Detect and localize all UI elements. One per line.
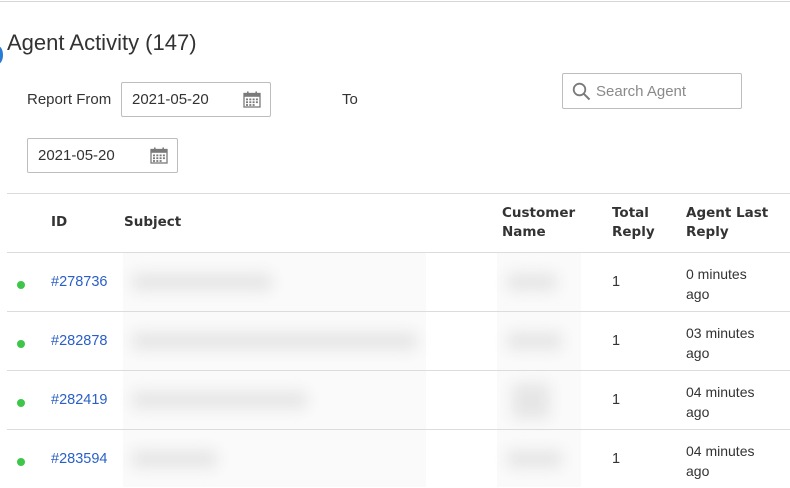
- table-row[interactable]: #282419 1 04 minutes ago: [7, 371, 790, 429]
- header-total-line1: Total: [612, 205, 649, 221]
- redacted-customer-name: [507, 332, 562, 350]
- report-from-label: Report From: [27, 91, 112, 108]
- table-row[interactable]: #283594 1 04 minutes ago: [7, 430, 790, 488]
- last-reply-line2: ago: [686, 463, 710, 479]
- from-date-value: 2021-05-20: [132, 91, 209, 108]
- side-panel-handle[interactable]: [0, 46, 3, 64]
- redacted-subject: [132, 450, 217, 468]
- table-row[interactable]: #282878 1 03 minutes ago: [7, 312, 790, 370]
- status-dot: [17, 281, 25, 289]
- search-icon: [572, 82, 591, 101]
- redacted-customer-name: [512, 383, 550, 419]
- search-agent-input[interactable]: [596, 81, 736, 101]
- header-total-reply[interactable]: Total Reply: [612, 204, 655, 242]
- header-customer-name[interactable]: Customer Name: [502, 204, 575, 242]
- calendar-icon[interactable]: [243, 91, 261, 108]
- page-title: Agent Activity (147): [7, 30, 197, 55]
- redacted-customer-name: [507, 273, 557, 291]
- ticket-id-link[interactable]: #283594: [51, 451, 107, 467]
- status-dot: [17, 399, 25, 407]
- last-reply-line1: 0 minutes: [686, 266, 747, 282]
- agent-last-reply: 0 minutes ago: [686, 264, 786, 304]
- last-reply-line1: 03 minutes: [686, 325, 755, 341]
- last-reply-line2: ago: [686, 404, 710, 420]
- total-reply: 1: [612, 392, 621, 408]
- ticket-id-link[interactable]: #282878: [51, 333, 107, 349]
- last-reply-line2: ago: [686, 345, 710, 361]
- to-label: To: [342, 91, 358, 108]
- header-id[interactable]: ID: [51, 213, 67, 232]
- header-customer-line2: Name: [502, 224, 546, 240]
- last-reply-line1: 04 minutes: [686, 443, 755, 459]
- to-date-field[interactable]: 2021-05-20: [27, 138, 178, 173]
- header-last-line1: Agent Last: [686, 205, 769, 221]
- to-date-value: 2021-05-20: [38, 147, 115, 164]
- status-dot: [17, 340, 25, 348]
- ticket-id-link[interactable]: #278736: [51, 274, 107, 290]
- header-subject[interactable]: Subject: [124, 213, 181, 232]
- calendar-icon[interactable]: [150, 147, 168, 164]
- total-reply: 1: [612, 333, 621, 349]
- top-divider: [0, 1, 790, 2]
- total-reply: 1: [612, 451, 621, 467]
- status-dot: [17, 458, 25, 466]
- from-date-field[interactable]: 2021-05-20: [121, 82, 271, 117]
- table-top-divider: [7, 193, 790, 194]
- redacted-customer-name: [507, 450, 562, 468]
- table-row[interactable]: #278736 1 0 minutes ago: [7, 253, 790, 311]
- redacted-subject: [132, 391, 307, 409]
- header-customer-line1: Customer: [502, 205, 576, 221]
- header-last-line2: Reply: [686, 224, 729, 240]
- last-reply-line1: 04 minutes: [686, 384, 755, 400]
- redacted-subject: [132, 332, 417, 350]
- agent-last-reply: 03 minutes ago: [686, 323, 786, 363]
- last-reply-line2: ago: [686, 286, 710, 302]
- header-agent-last-reply[interactable]: Agent Last Reply: [686, 204, 768, 242]
- total-reply: 1: [612, 274, 621, 290]
- ticket-id-link[interactable]: #282419: [51, 392, 107, 408]
- redacted-subject: [132, 273, 272, 291]
- agent-last-reply: 04 minutes ago: [686, 441, 786, 481]
- search-agent-box[interactable]: [562, 73, 742, 109]
- agent-last-reply: 04 minutes ago: [686, 382, 786, 422]
- header-total-line2: Reply: [612, 224, 655, 240]
